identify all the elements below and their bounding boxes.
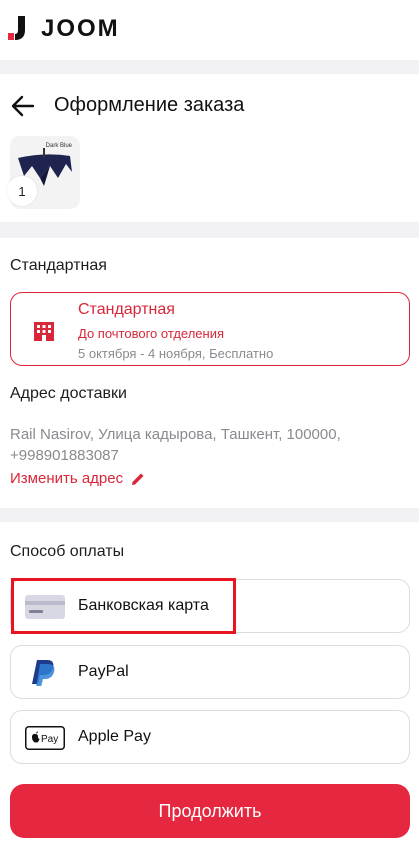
payment-section-label: Способ оплаты xyxy=(10,543,125,560)
payment-option-bank-card[interactable]: Банковская карта xyxy=(10,579,410,633)
continue-button[interactable]: Продолжить xyxy=(10,784,410,838)
credit-card-icon xyxy=(25,595,65,619)
payment-option-label: Apple Pay xyxy=(78,728,151,745)
page-title: Оформление заказа xyxy=(54,94,245,116)
apple-pay-icon: Pay xyxy=(25,726,65,750)
delivery-section-label: Стандартная xyxy=(10,257,107,274)
shipping-option-subtitle: До почтового отделения xyxy=(78,326,225,341)
payment-option-label: Банковская карта xyxy=(78,597,209,614)
app-header: JOOM xyxy=(0,0,419,60)
change-address-link[interactable]: Изменить адрес xyxy=(10,470,145,487)
delivery-card xyxy=(0,238,419,508)
payment-option-apple-pay[interactable]: Pay Apple Pay xyxy=(10,710,410,764)
joom-logo-icon[interactable] xyxy=(8,16,26,40)
back-arrow-icon[interactable] xyxy=(10,93,36,119)
shipping-option-standard[interactable]: Стандартная До почтового отделения 5 окт… xyxy=(10,292,410,366)
paypal-icon xyxy=(32,660,55,686)
shipping-option-dates: 5 октября - 4 ноября, Бесплатно xyxy=(78,346,274,361)
address-section-label: Адрес доставки xyxy=(10,385,127,402)
change-address-label: Изменить адрес xyxy=(10,470,124,487)
payment-option-paypal[interactable]: PayPal xyxy=(10,645,410,699)
shipping-option-name: Стандартная xyxy=(78,301,175,318)
post-office-icon xyxy=(34,322,54,341)
pencil-icon xyxy=(132,473,144,485)
payment-option-label: PayPal xyxy=(78,663,129,680)
apple-pay-badge-text: Pay xyxy=(41,734,58,745)
logo-text[interactable]: JOOM xyxy=(41,15,120,43)
item-quantity-badge: 1 xyxy=(7,176,37,206)
delivery-address: Rail Nasirov, Улица кадырова, Ташкент, 1… xyxy=(10,426,341,464)
product-variant-caption: Dark Blue xyxy=(45,143,72,149)
